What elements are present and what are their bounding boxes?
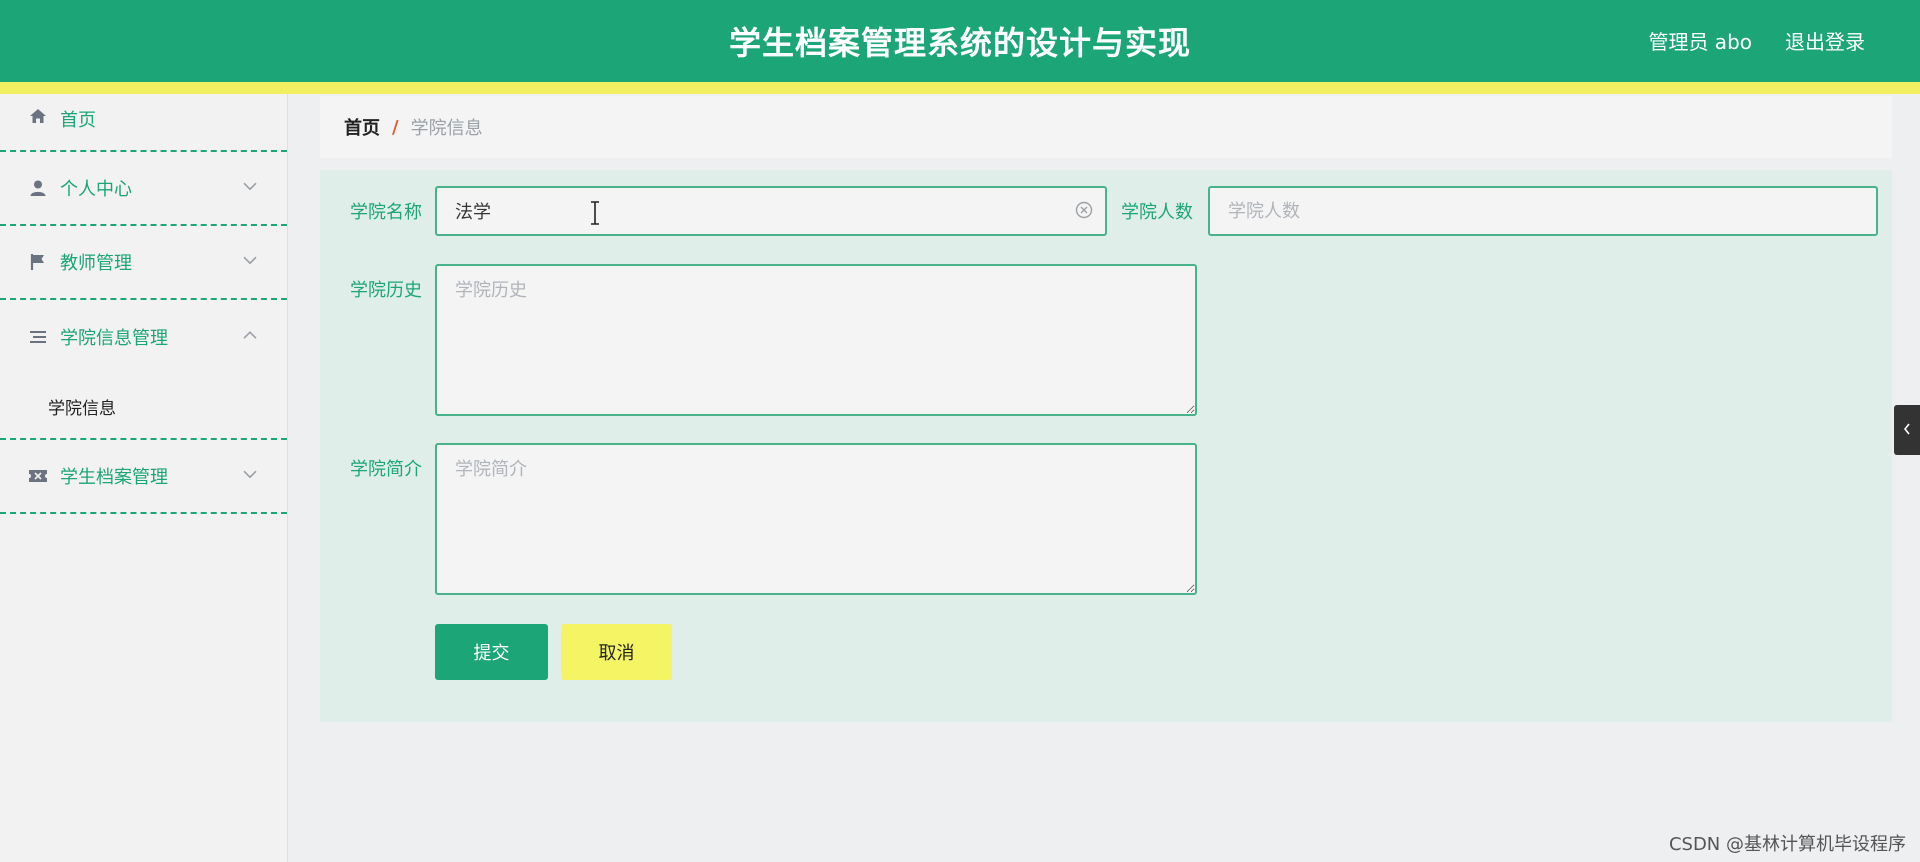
college-intro-textarea[interactable] <box>435 443 1197 595</box>
sidebar-item-label: 学生档案管理 <box>60 467 168 488</box>
watermark: CSDN @基林计算机毕设程序 <box>1668 834 1906 855</box>
submit-button[interactable]: 提交 <box>435 624 548 680</box>
breadcrumb-current: 学院信息 <box>410 118 483 139</box>
clear-icon[interactable] <box>1075 201 1093 219</box>
app-title: 学生档案管理系统的设计与实现 <box>728 24 1191 62</box>
college-name-label: 学院名称 <box>350 202 422 223</box>
sidebar-item-teachers[interactable]: 教师管理 <box>0 226 287 300</box>
chevron-up-icon <box>241 326 259 344</box>
college-form: 学院名称 学院人数 学院历史 学院简介 提交 取消 <box>320 170 1892 722</box>
sidebar-item-label: 学院信息管理 <box>60 328 168 349</box>
sidebar-item-label: 个人中心 <box>60 179 132 200</box>
text-cursor-icon <box>590 201 600 225</box>
sidebar-item-home[interactable]: 首页 <box>0 94 287 152</box>
sidebar-item-label: 教师管理 <box>60 253 132 274</box>
cancel-button[interactable]: 取消 <box>561 624 672 680</box>
sidebar-item-profile[interactable]: 个人中心 <box>0 152 287 226</box>
breadcrumb-separator: / <box>392 116 399 138</box>
sidebar: 首页 个人中心 教师管理 学院信息管理 学院信息 学生档案管理 <box>0 94 288 862</box>
home-icon <box>28 106 48 126</box>
top-header: 学生档案管理系统的设计与实现 管理员 abo 退出登录 <box>0 0 1920 82</box>
current-user: 管理员 abo <box>1648 30 1752 54</box>
college-name-input[interactable] <box>435 186 1107 236</box>
sidebar-subitem-college-info[interactable]: 学院信息 <box>0 374 287 438</box>
logout-link[interactable]: 退出登录 <box>1785 26 1865 55</box>
user-icon <box>28 178 48 198</box>
sidebar-item-label: 首页 <box>60 110 96 131</box>
sidebar-group-college: 学院信息管理 学院信息 <box>0 300 287 440</box>
sidebar-item-student-archives[interactable]: 学生档案管理 <box>0 440 287 514</box>
breadcrumb: 首页 / 学院信息 <box>320 96 1892 158</box>
sidebar-subitem-label: 学院信息 <box>48 398 116 419</box>
header-stripe <box>0 82 1920 94</box>
college-count-input[interactable] <box>1208 186 1878 236</box>
ticket-icon <box>28 466 48 486</box>
chevron-left-icon <box>1902 421 1912 440</box>
chevron-down-icon <box>241 465 259 483</box>
college-history-label: 学院历史 <box>350 280 422 301</box>
college-count-label: 学院人数 <box>1121 202 1193 223</box>
list-icon <box>28 327 48 347</box>
side-panel-toggle[interactable] <box>1894 405 1920 455</box>
college-history-textarea[interactable] <box>435 264 1197 416</box>
sidebar-item-college-management[interactable]: 学院信息管理 <box>0 300 287 374</box>
chevron-down-icon <box>241 251 259 269</box>
flag-icon <box>28 252 48 272</box>
chevron-down-icon <box>241 177 259 195</box>
breadcrumb-home[interactable]: 首页 <box>344 114 380 140</box>
college-intro-label: 学院简介 <box>350 459 422 480</box>
